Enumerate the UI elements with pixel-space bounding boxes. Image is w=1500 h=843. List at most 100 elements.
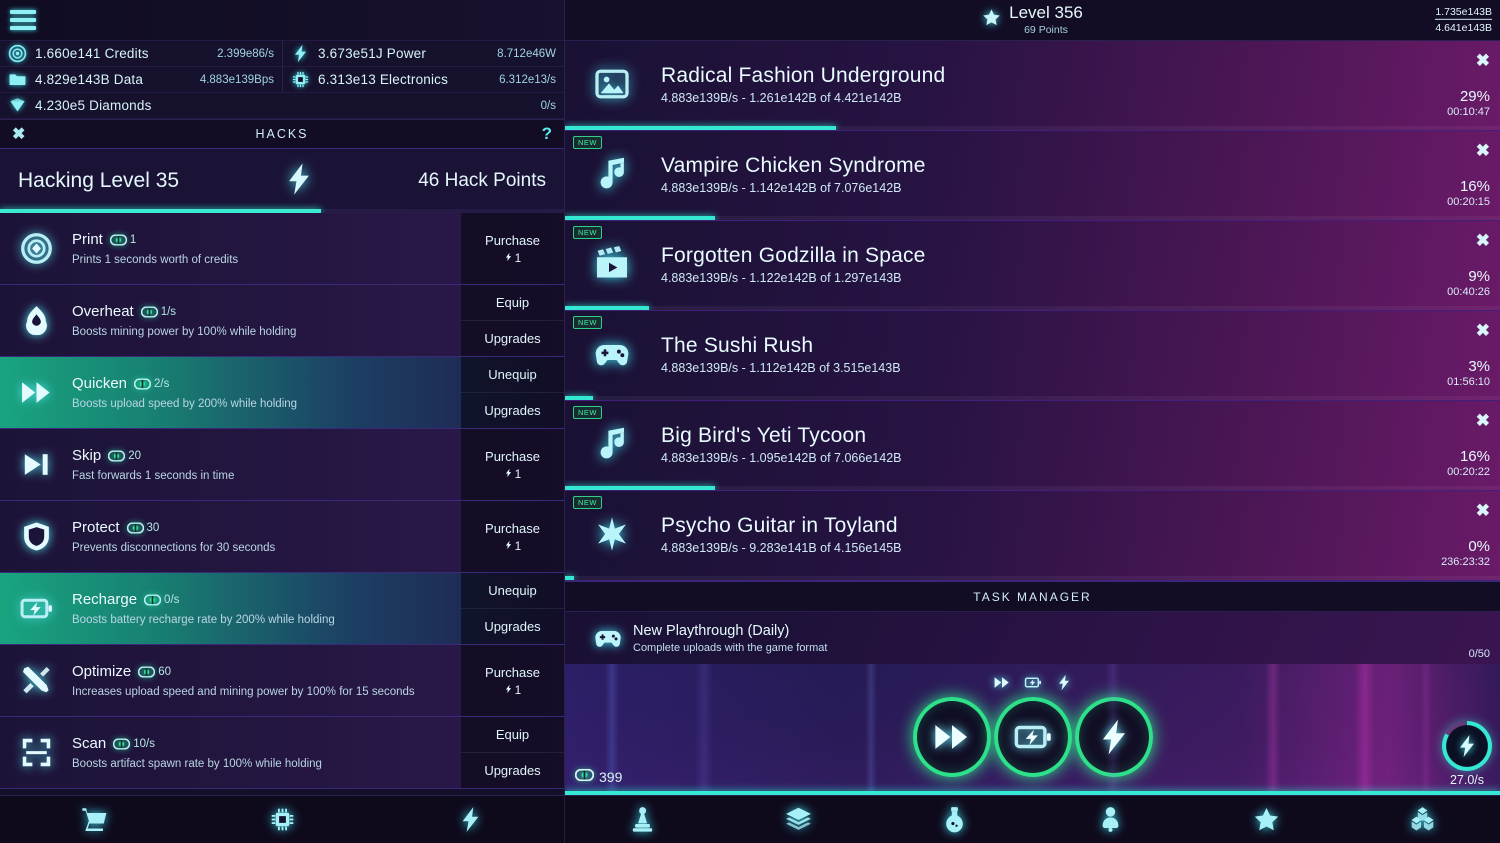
upload-eta: 00:20:22 bbox=[1447, 466, 1490, 478]
cost-pill-icon: 60 bbox=[138, 666, 171, 678]
hack-action-button[interactable]: Purchase1 bbox=[461, 659, 564, 703]
hack-action-label: Purchase bbox=[485, 233, 540, 248]
hamburger-menu-icon[interactable] bbox=[10, 10, 36, 30]
upload-row[interactable]: NEW✖Psycho Guitar in Toyland4.883e139B/s… bbox=[565, 491, 1500, 581]
hacking-level-label: Hacking Level 35 bbox=[18, 169, 179, 193]
close-icon[interactable]: ✖ bbox=[12, 124, 25, 144]
hack-row[interactable]: Scan10/sBoosts artifact spawn rate by 10… bbox=[0, 717, 564, 789]
hack-name: Overheat bbox=[72, 303, 134, 320]
nav-hacks[interactable] bbox=[376, 796, 564, 843]
hack-desc: Prevents disconnections for 30 seconds bbox=[72, 542, 453, 554]
hack-action-cost: 1 bbox=[461, 467, 564, 481]
nav-uploads[interactable] bbox=[721, 796, 877, 843]
nav-inventory[interactable] bbox=[1344, 796, 1500, 843]
close-icon[interactable]: ✖ bbox=[1476, 321, 1490, 341]
protect-shield-icon bbox=[0, 520, 72, 553]
close-icon[interactable]: ✖ bbox=[1476, 231, 1490, 251]
resource-electronics[interactable]: 6.313e13 Electronics 6.312e13/s bbox=[282, 67, 564, 93]
hack-action-button[interactable]: Upgrades bbox=[461, 752, 564, 788]
energy-meter[interactable]: 27.0/s bbox=[1442, 721, 1492, 787]
upload-progress-bar bbox=[565, 576, 1500, 580]
hack-cost: 1/s bbox=[161, 306, 176, 318]
hack-name: Skip bbox=[72, 447, 101, 464]
resource-row: 4.829e143B Data 4.883e139Bps 6.313e13 El… bbox=[0, 67, 564, 93]
upload-row[interactable]: NEW✖The Sushi Rush4.883e139B/s - 1.112e1… bbox=[565, 311, 1500, 401]
hack-cost: 30 bbox=[147, 522, 160, 534]
hack-row[interactable]: Protect30Prevents disconnections for 30 … bbox=[0, 501, 564, 573]
energy-bolt-icon bbox=[1442, 721, 1492, 771]
hack-row[interactable]: Print1Prints 1 seconds worth of creditsP… bbox=[0, 213, 564, 285]
resource-rate: 0/s bbox=[541, 100, 556, 112]
task-row[interactable]: New Playthrough (Daily) Complete uploads… bbox=[565, 612, 1500, 664]
quicken-ability[interactable] bbox=[913, 697, 991, 777]
left-panel: 1.660e141 Credits 2.399e86/s 3.673e51J P… bbox=[0, 0, 565, 795]
nav-shop[interactable] bbox=[0, 796, 188, 843]
new-badge: NEW bbox=[573, 226, 602, 239]
close-icon[interactable]: ✖ bbox=[1476, 51, 1490, 71]
resource-diamonds[interactable]: 4.230e5 Diamonds 0/s bbox=[0, 93, 564, 119]
panel-title: HACKS bbox=[255, 127, 308, 141]
top-bar bbox=[0, 0, 564, 41]
upload-row[interactable]: NEW✖Forgotten Godzilla in Space4.883e139… bbox=[565, 221, 1500, 311]
upload-row[interactable]: ✖Radical Fashion Underground4.883e139B/s… bbox=[565, 41, 1500, 131]
hack-points-label: 46 Hack Points bbox=[418, 170, 546, 192]
hack-action-label: Equip bbox=[496, 727, 529, 742]
hack-action-button[interactable]: Purchase1 bbox=[461, 515, 564, 559]
hack-cost: 1 bbox=[130, 234, 136, 246]
ability-cost-value: 399 bbox=[599, 769, 622, 785]
hack-action-button[interactable]: Upgrades bbox=[461, 392, 564, 428]
nav-hardware[interactable] bbox=[188, 796, 376, 843]
hack-row[interactable]: Skip20Fast forwards 1 seconds in timePur… bbox=[0, 429, 564, 501]
hack-action-button[interactable]: Upgrades bbox=[461, 608, 564, 644]
hack-text: Quicken2/sBoosts upload speed by 200% wh… bbox=[72, 375, 461, 410]
upload-list[interactable]: ✖Radical Fashion Underground4.883e139B/s… bbox=[565, 41, 1500, 581]
close-icon[interactable]: ✖ bbox=[1476, 411, 1490, 431]
energy-rate: 27.0/s bbox=[1450, 773, 1484, 787]
lightning-bolt-icon bbox=[282, 162, 316, 201]
power-ability[interactable] bbox=[1075, 697, 1153, 777]
cost-pill-icon: 1 bbox=[110, 234, 136, 246]
hack-action-button[interactable]: Unequip bbox=[461, 573, 564, 608]
upload-meta: 29%00:10:47 bbox=[1447, 88, 1490, 118]
hack-action-label: Purchase bbox=[485, 449, 540, 464]
hack-action-button[interactable]: Equip bbox=[461, 285, 564, 320]
bottom-nav-left bbox=[0, 796, 565, 843]
nav-profile[interactable] bbox=[1032, 796, 1188, 843]
resource-credits[interactable]: 1.660e141 Credits 2.399e86/s bbox=[0, 41, 282, 67]
resource-data[interactable]: 4.829e143B Data 4.883e139Bps bbox=[0, 67, 282, 93]
close-icon[interactable]: ✖ bbox=[1476, 141, 1490, 161]
hack-row[interactable]: Optimize60Increases upload speed and min… bbox=[0, 645, 564, 717]
gamepad-icon bbox=[583, 336, 641, 372]
hack-row[interactable]: Quicken2/sBoosts upload speed by 200% wh… bbox=[0, 357, 564, 429]
recharge-ability[interactable] bbox=[994, 697, 1072, 777]
upload-progress-text: 4.883e139B/s - 1.122e142B of 1.297e143B bbox=[661, 271, 1500, 285]
hack-row[interactable]: Recharge0/sBoosts battery recharge rate … bbox=[0, 573, 564, 645]
bottom-nav bbox=[0, 795, 1500, 843]
hack-list[interactable]: Print1Prints 1 seconds worth of creditsP… bbox=[0, 213, 564, 795]
image-file-icon bbox=[583, 66, 641, 102]
level-points: 69 Points bbox=[1009, 24, 1083, 36]
nav-automation[interactable] bbox=[565, 796, 721, 843]
hack-action-button[interactable]: Purchase 1 bbox=[461, 443, 564, 487]
nav-prestige[interactable] bbox=[1188, 796, 1344, 843]
upload-row[interactable]: NEW✖Big Bird's Yeti Tycoon4.883e139B/s -… bbox=[565, 401, 1500, 491]
hack-action-button[interactable]: Unequip bbox=[461, 357, 564, 392]
upload-progress-text: 4.883e139B/s - 1.112e142B of 3.515e143B bbox=[661, 361, 1500, 375]
ability-cost: 399 bbox=[575, 768, 622, 785]
resource-power[interactable]: 3.673e51J Power 8.712e46W bbox=[282, 41, 564, 67]
hack-action-button[interactable]: Purchase1 bbox=[461, 227, 564, 271]
hack-text: Recharge0/sBoosts battery recharge rate … bbox=[72, 591, 461, 626]
task-desc: Complete uploads with the game format bbox=[633, 642, 1500, 654]
hack-action-button[interactable]: Equip bbox=[461, 717, 564, 752]
hack-action-button[interactable]: Upgrades bbox=[461, 320, 564, 356]
resource-panel: 1.660e141 Credits 2.399e86/s 3.673e51J P… bbox=[0, 41, 564, 119]
diamond-icon bbox=[8, 96, 27, 115]
upload-progress-bar bbox=[565, 486, 1500, 490]
hack-action-label: Upgrades bbox=[484, 619, 540, 634]
help-icon[interactable]: ? bbox=[542, 124, 552, 144]
hack-row[interactable]: Overheat1/sBoosts mining power by 100% w… bbox=[0, 285, 564, 357]
nav-potions[interactable] bbox=[877, 796, 1033, 843]
upload-row[interactable]: NEW✖Vampire Chicken Syndrome4.883e139B/s… bbox=[565, 131, 1500, 221]
upload-progress-bar bbox=[565, 396, 1500, 400]
close-icon[interactable]: ✖ bbox=[1476, 501, 1490, 521]
